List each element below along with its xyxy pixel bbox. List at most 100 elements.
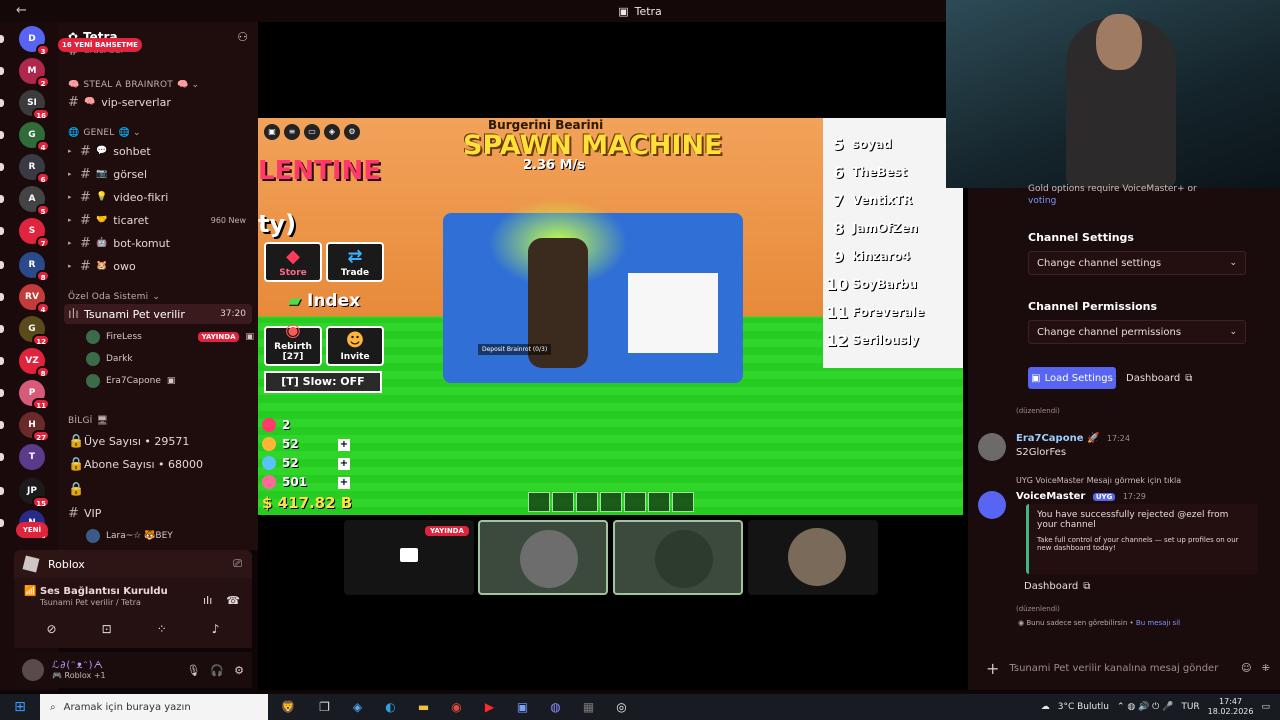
microphone-icon[interactable]: 🎙 (186, 664, 200, 677)
server-icon[interactable]: R8 (19, 252, 50, 282)
task-view-icon[interactable]: ❐ (308, 694, 341, 720)
participant-tile-era7capone[interactable] (748, 520, 878, 595)
tray-icons[interactable]: ⌃ ◍ 🔊 ⏻ 🎤 (1117, 702, 1173, 712)
settings-icon[interactable]: ⚙ (344, 124, 360, 140)
message-author[interactable]: Era7Capone 🚀 17:24 (1016, 433, 1130, 444)
trade-button[interactable]: ⇄ Trade (326, 242, 384, 282)
add-stat-button[interactable]: + (338, 458, 350, 470)
slow-toggle[interactable]: [T] Slow: OFF (264, 371, 382, 393)
channel-sub-count[interactable]: 🔒 Abone Sayısı • 68000 (64, 454, 252, 474)
youtube-icon[interactable]: ▶ (473, 694, 506, 720)
bot-avatar[interactable] (978, 491, 1006, 519)
channel-perms-select[interactable]: Change channel permissions ⌄ (1028, 320, 1246, 344)
voice-channel-tsunami[interactable]: ılı Tsunami Pet verilir 37:20 (64, 304, 252, 324)
channel-item[interactable]: ▸ # 💡 video-fikri (64, 187, 252, 207)
channel-item[interactable]: ▸ # 🤝 ticaret 960 New (64, 210, 252, 230)
screen-share-game[interactable]: ▣ ≡ ▭ ◈ ⚙ LENTINE ty) Burgerini Bearini … (258, 118, 963, 515)
roblox-icon[interactable]: ▣ (506, 694, 539, 720)
channel-vip-serverlar[interactable]: # 🧠 vip-serverlar (64, 92, 252, 112)
channel-settings-select[interactable]: Change channel settings ⌄ (1028, 251, 1246, 275)
server-icon[interactable]: A5 (19, 186, 50, 216)
voice-user[interactable]: FireLess YAYINDA ▣ (86, 328, 254, 346)
app-icon[interactable]: ▦ (572, 694, 605, 720)
obs-icon[interactable]: ◎ (605, 694, 638, 720)
server-icon[interactable]: H 27 (19, 412, 50, 442)
server-icon[interactable]: G 12 (19, 316, 50, 346)
language-indicator[interactable]: TUR (1181, 702, 1199, 712)
dashboard-link[interactable]: Dashboard ⧉ (1126, 367, 1192, 389)
camera-off-icon[interactable]: ⊘ (47, 622, 57, 636)
channel-item[interactable]: ▸ # 🤖 bot-komut (64, 233, 252, 253)
server-icon[interactable]: P 11 (19, 380, 50, 410)
channel-item[interactable]: ▸ # 💬 sohbet (64, 141, 252, 161)
voice-user[interactable]: Era7Capone ▣ (86, 372, 254, 390)
hotbar-slot[interactable] (624, 492, 646, 512)
invite-user-icon[interactable]: ⚇ (237, 30, 248, 44)
server-icon[interactable]: T (19, 444, 45, 470)
server-icon[interactable]: RV 4 (19, 284, 50, 314)
channel-vip[interactable]: # VIP (64, 503, 252, 523)
hotbar-slot[interactable] (552, 492, 574, 512)
apps-icon[interactable]: ⁜ (1262, 663, 1270, 674)
disconnect-icon[interactable]: ☎ (226, 594, 240, 607)
server-icon[interactable]: D3 (19, 26, 50, 56)
channel-member-count[interactable]: 🔒 Üye Sayısı • 29571 (64, 431, 252, 451)
index-button[interactable]: ▰ Index (288, 291, 360, 311)
headphones-icon[interactable]: 🎧 (210, 664, 224, 677)
discord-icon[interactable]: ◍ (539, 694, 572, 720)
rebirth-button[interactable]: ◉ Rebirth [27] (264, 320, 322, 366)
emoji-icon[interactable]: ☺ (1241, 663, 1251, 674)
plus-icon[interactable]: + (986, 659, 999, 678)
back-arrow-icon[interactable]: ← (16, 3, 27, 18)
deposit-prompt[interactable]: Deposit Brainrot (0/3) (478, 344, 552, 355)
hotbar-slot[interactable] (600, 492, 622, 512)
server-icon[interactable]: S7 (19, 218, 50, 248)
dismiss-message-link[interactable]: Bu mesajı sil (1136, 619, 1180, 627)
participant-tile-fireless[interactable] (478, 520, 608, 595)
category-ozel-oda[interactable]: Özel Oda Sistemi ⌄ (68, 292, 160, 302)
dashboard-link-2[interactable]: Dashboard ⧉ (1024, 581, 1090, 592)
user-avatar[interactable] (22, 659, 44, 681)
channel-item[interactable]: ▸ # 📷 görsel (64, 164, 252, 184)
game-controller-icon[interactable]: ⎚ (233, 557, 242, 571)
invite-button[interactable]: ☻ Invite (326, 326, 384, 366)
channel-item[interactable]: ▸ # 🐹 owo (64, 256, 252, 276)
new-servers-badge[interactable]: YENİ (16, 522, 48, 538)
category-genel[interactable]: 🌐 GENEL 🌐 ⌄ (68, 128, 141, 138)
roblox-menu-icon[interactable]: ▣ (264, 124, 280, 140)
participant-tile-darkk[interactable] (613, 520, 743, 595)
server-icon[interactable]: M2 (19, 58, 50, 88)
load-settings-button[interactable]: ▣ Load Settings (1028, 367, 1116, 389)
hotbar-slot[interactable] (672, 492, 694, 512)
category-bilgi[interactable]: BİLGİ 🖥 (68, 416, 108, 426)
taskbar-search[interactable]: ⌕ Aramak için buraya yazın (40, 694, 268, 720)
file-explorer-icon[interactable]: ▬ (407, 694, 440, 720)
server-icon[interactable]: SI 16 (19, 90, 50, 120)
message-composer[interactable]: + Tsunami Pet verilir kanalına mesaj gön… (980, 654, 1276, 682)
chat-icon[interactable]: ▭ (304, 124, 320, 140)
activity-panel[interactable]: Roblox ⎚ (14, 550, 252, 578)
voice-user[interactable]: Darkk (86, 350, 254, 368)
chrome-icon[interactable]: ◉ (440, 694, 473, 720)
weather-text[interactable]: 3°C Bulutlu (1058, 702, 1109, 712)
server-icon[interactable]: VZ 8 (19, 348, 50, 378)
hotbar-slot[interactable] (528, 492, 550, 512)
edge-icon[interactable]: ◐ (374, 694, 407, 720)
activities-icon[interactable]: ⁘ (157, 622, 167, 636)
server-icon[interactable]: R6 (19, 154, 50, 184)
add-stat-button[interactable]: + (338, 477, 350, 489)
hotbar-slot[interactable] (648, 492, 670, 512)
menu-icon[interactable]: ≡ (284, 124, 300, 140)
server-icon[interactable]: JP 15 (19, 478, 50, 508)
avatar[interactable] (978, 433, 1006, 461)
gear-icon[interactable]: ⚙ (234, 664, 244, 677)
notification-icon[interactable]: ▭ (1261, 702, 1270, 712)
category-steal[interactable]: 🧠 STEAL A BRAINROT 🧠 ⌄ (68, 80, 199, 90)
windows-start-icon[interactable]: ⊞ (0, 699, 40, 715)
noise-icon[interactable]: ıIı (203, 594, 212, 607)
hotbar-slot[interactable] (576, 492, 598, 512)
store-button[interactable]: ◆ Store (264, 242, 322, 282)
reply-reference[interactable]: UYG VoiceMaster Mesajı görmek için tıkla (1016, 476, 1181, 485)
server-icon[interactable]: G4 (19, 122, 50, 152)
backpack-icon[interactable]: ◈ (324, 124, 340, 140)
